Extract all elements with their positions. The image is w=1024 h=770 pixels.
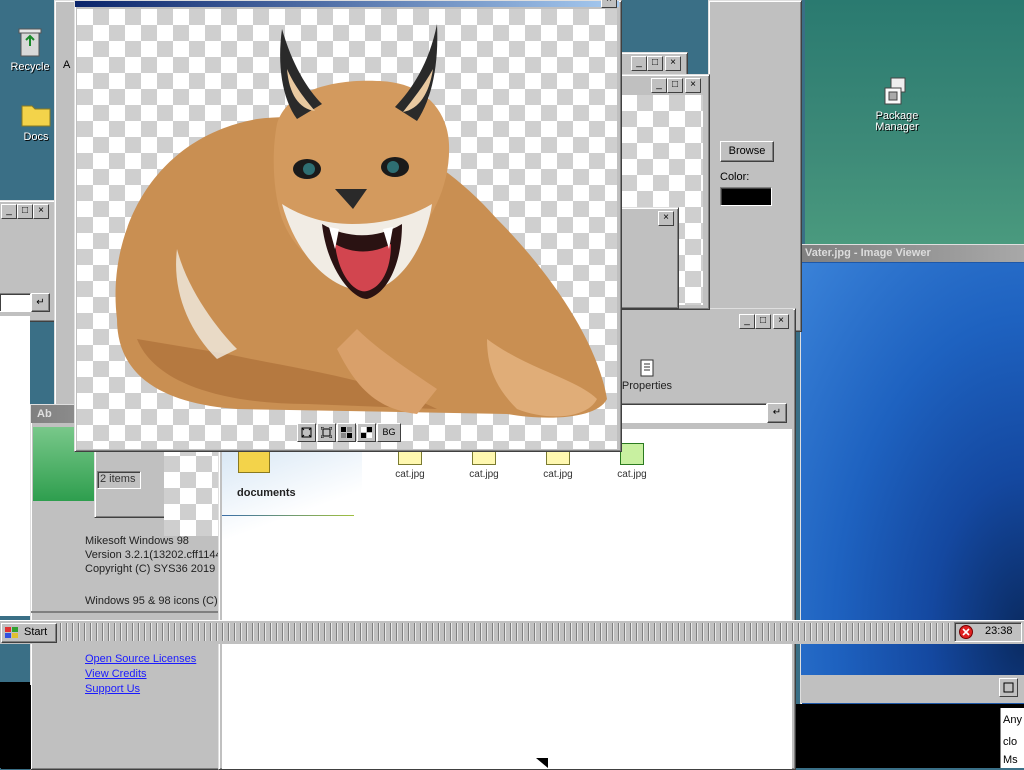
actual-size-icon (320, 426, 333, 439)
color-label: Color: (720, 171, 750, 183)
about-link-support[interactable]: Support Us (85, 683, 140, 695)
about-version: Version 3.2.1(13202.cff11448 (85, 549, 228, 561)
package-manager-icon (884, 77, 906, 105)
folder-title-underline (222, 515, 354, 516)
explorer-go-button[interactable]: ↵ (767, 403, 787, 423)
clock[interactable]: 23:38 (985, 625, 1013, 637)
image-canvas[interactable] (77, 9, 617, 449)
folder-title: documents (237, 487, 296, 499)
about-link-licenses[interactable]: Open Source Licenses (85, 653, 196, 665)
checker-alt-icon (361, 427, 372, 438)
desktop-icon-recycle[interactable]: Recycle (4, 26, 56, 73)
console-line: Any (1003, 714, 1022, 726)
recycle-label: Recycle (10, 61, 50, 73)
taskbar-task-strip[interactable] (60, 623, 950, 641)
explorer-properties-button[interactable]: Properties (617, 359, 677, 392)
viewer-bg-button[interactable]: BG (377, 423, 401, 442)
minimize-button[interactable]: _ (631, 56, 647, 71)
file-label: cat.jpg (469, 469, 499, 480)
maximize-button[interactable]: □ (647, 56, 663, 71)
file-label: cat.jpg (543, 469, 573, 480)
left-back-window[interactable]: _ □ × ↵ (0, 200, 56, 322)
file-label: cat.jpg (395, 469, 425, 480)
folder-icon (238, 449, 270, 473)
close-button[interactable]: × (685, 78, 701, 93)
package-manager-label: Package Manager (875, 110, 919, 133)
minimize-button[interactable]: _ (739, 314, 755, 329)
viewer-checker-alt-button[interactable] (357, 423, 376, 442)
caracal-photo (115, 24, 608, 418)
fit-icon (301, 427, 312, 438)
about-separator (31, 611, 219, 613)
minimize-button[interactable]: _ (651, 78, 667, 93)
ocean-image (801, 263, 1024, 675)
console-text-area[interactable]: Any clo Ms (1000, 708, 1024, 768)
close-button[interactable]: × (33, 204, 49, 219)
close-button[interactable]: × (601, 0, 617, 8)
about-copyright: Copyright (C) SYS36 2019 - 2 (85, 563, 232, 575)
close-button[interactable]: × (665, 56, 681, 71)
close-button[interactable]: × (773, 314, 789, 329)
maximize-button[interactable]: □ (755, 314, 771, 329)
close-button[interactable]: × (658, 211, 674, 226)
properties-panel-window[interactable]: Browse Color: (708, 0, 802, 332)
properties-label: Properties (621, 380, 673, 392)
left-address-bar[interactable] (0, 293, 31, 312)
back-viewer-fit-button[interactable] (999, 678, 1018, 697)
mouse-cursor-icon (536, 758, 548, 768)
folder-icon (21, 105, 51, 127)
console-window[interactable]: Any clo Ms (794, 704, 1024, 768)
checker-icon (341, 427, 352, 438)
fit-icon (1003, 682, 1014, 693)
bottom-left-black (0, 682, 30, 768)
minimize-button[interactable]: _ (1, 204, 17, 219)
file-label: cat.jpg (617, 469, 647, 480)
recycle-bin-icon (18, 28, 42, 57)
console-line: clo (1003, 736, 1018, 748)
maximize-button[interactable]: □ (667, 78, 683, 93)
transparent-preview-back (164, 440, 222, 536)
maximize-button[interactable]: □ (17, 204, 33, 219)
about-title: Ab (37, 408, 52, 420)
explorer-content[interactable]: documents cat.jpg cat.jpg cat.jpg cat.jp… (222, 429, 792, 769)
left-go-button[interactable]: ↵ (31, 293, 50, 312)
small-status-text: 2 items (100, 473, 136, 485)
left-address-fragment: A (63, 59, 71, 71)
color-swatch[interactable] (720, 187, 772, 206)
back-viewer-toolbar (801, 675, 1024, 703)
small-status-bar: 2 items (97, 471, 141, 489)
taskbar: Start 23:38 (0, 620, 1024, 644)
about-link-credits[interactable]: View Credits (85, 668, 147, 680)
about-icons-credit: Windows 95 & 98 icons (C) M (85, 595, 230, 607)
windows-logo-icon (5, 627, 18, 638)
image-viewer-back-title: Vater.jpg - Image Viewer (805, 247, 931, 259)
start-label: Start (24, 626, 48, 638)
left-white-pane (0, 316, 30, 616)
image-file-icon (620, 443, 644, 465)
console-line: Ms (1003, 754, 1018, 766)
main-viewer-titlebar[interactable]: × (75, 0, 619, 8)
viewer-fit-button[interactable] (297, 423, 316, 442)
image-viewer-back-titlebar[interactable]: Vater.jpg - Image Viewer (801, 245, 1024, 262)
properties-icon (640, 359, 654, 377)
error-icon[interactable] (959, 625, 973, 639)
browse-button[interactable]: Browse (720, 141, 774, 162)
stacked-dialog[interactable]: × (617, 207, 679, 309)
start-button[interactable]: Start (1, 623, 57, 643)
main-image-viewer-window[interactable]: × (74, 0, 622, 452)
stacked-window-2[interactable]: _ □ × × (616, 74, 710, 310)
viewer-checker-button[interactable] (337, 423, 356, 442)
desktop-icon-package-manager[interactable]: Package Manager (866, 76, 928, 133)
stacked-window-1[interactable]: _ □ × (616, 52, 688, 76)
explorer-address-bar[interactable] (619, 403, 767, 423)
system-tray: 23:38 (954, 622, 1022, 642)
viewer-actual-size-button[interactable] (317, 423, 336, 442)
about-product: Mikesoft Windows 98 (85, 535, 189, 547)
